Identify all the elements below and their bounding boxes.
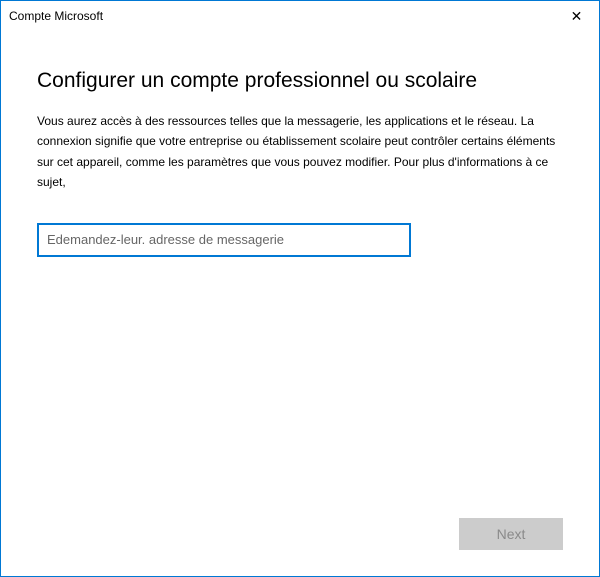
page-title: Configurer un compte professionnel ou sc… <box>37 69 563 93</box>
email-input[interactable] <box>37 223 411 257</box>
dialog-window: Compte Microsoft ✕ Configurer un compte … <box>0 0 600 577</box>
footer: Next <box>37 518 563 556</box>
titlebar: Compte Microsoft ✕ <box>1 1 599 31</box>
close-icon: ✕ <box>571 8 583 25</box>
next-button[interactable]: Next <box>459 518 563 550</box>
close-button[interactable]: ✕ <box>554 1 599 31</box>
content-area: Configurer un compte professionnel ou sc… <box>1 31 599 576</box>
window-title: Compte Microsoft <box>9 1 103 31</box>
description-text: Vous aurez accès à des ressources telles… <box>37 111 563 193</box>
